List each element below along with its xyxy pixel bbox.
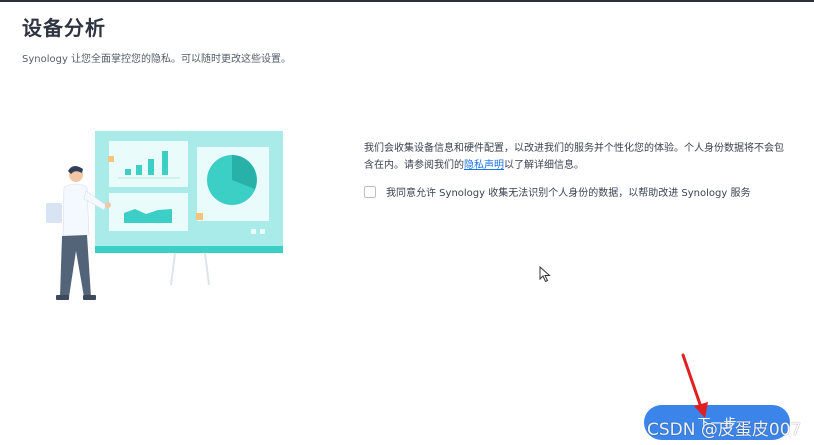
top-border bbox=[0, 0, 814, 2]
csdn-watermark: CSDN @皮蛋皮007 bbox=[647, 420, 802, 440]
page-title: 设备分析 bbox=[22, 16, 106, 40]
analytics-illustration bbox=[46, 131, 283, 300]
consent-row[interactable]: 我同意允许 Synology 收集无法识别个人身份的数据，以帮助改进 Synol… bbox=[364, 184, 750, 199]
privacy-statement-link[interactable]: 隐私声明 bbox=[464, 160, 504, 171]
red-arrow-annotation-icon bbox=[681, 353, 708, 418]
consent-checkbox[interactable] bbox=[364, 185, 376, 198]
privacy-description: 我们会收集设备信息和硬件配置，以改进我们的服务并个性化您的体验。个人身份数据将不… bbox=[364, 140, 790, 174]
mouse-pointer-icon bbox=[539, 266, 551, 283]
page-subtitle: Synology 让您全面掌控您的隐私。可以随时更改这些设置。 bbox=[22, 54, 292, 65]
consent-label: 我同意允许 Synology 收集无法识别个人身份的数据，以帮助改进 Synol… bbox=[386, 188, 751, 199]
description-text-after: 以了解详细信息。 bbox=[504, 160, 584, 171]
